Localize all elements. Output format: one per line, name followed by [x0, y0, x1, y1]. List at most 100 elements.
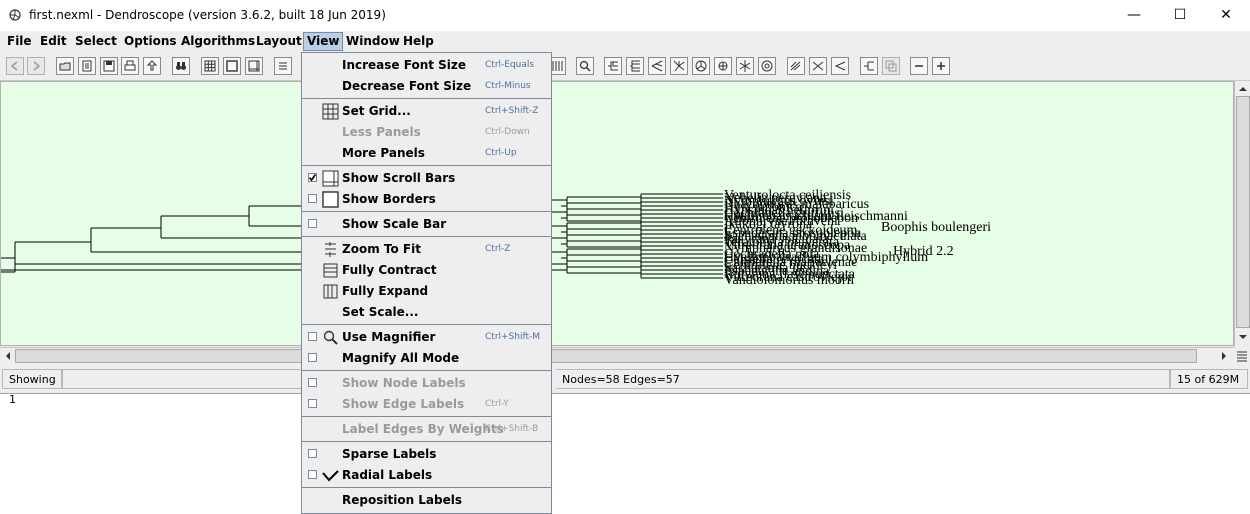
view-menu-dropdown: Increase Font Size Ctrl-Equals Decrease Fo… [301, 52, 552, 514]
expand-icon [552, 61, 563, 71]
vertical-scroll-thumb[interactable] [1236, 96, 1250, 328]
inner-circular-button[interactable] [758, 57, 776, 75]
save-button[interactable] [100, 57, 118, 75]
window-title: first.nexml - Dendroscope (version 3.6.2… [29, 8, 386, 22]
view-menu-item-label: Show Borders [342, 192, 436, 206]
view-menu-item[interactable]: Radial Labels [302, 465, 551, 486]
export-button[interactable] [143, 57, 161, 75]
view-menu-item[interactable]: Set Grid... Ctrl+Shift-Z [302, 101, 551, 122]
view-menu-item[interactable]: Show Scale Bar [302, 214, 551, 235]
maximize-button[interactable]: ☐ [1157, 0, 1203, 31]
checkbox-icon[interactable] [308, 219, 317, 228]
view-menu-item[interactable]: Set Scale... [302, 302, 551, 323]
view-menu-item[interactable]: Increase Font Size Ctrl-Equals [302, 55, 551, 76]
view-menu-item[interactable]: Fully Expand [302, 281, 551, 302]
menu-algorithms[interactable]: Algorithms [178, 33, 258, 50]
slanted-icon [651, 60, 663, 72]
tree-format-button[interactable] [274, 57, 292, 75]
view-menu-item[interactable]: Decrease Font Size Ctrl-Minus [302, 76, 551, 97]
view-menu-item[interactable]: More Panels Ctrl-Up [302, 143, 551, 164]
grid-button[interactable] [201, 57, 219, 75]
view-menu-item-label: Show Scale Bar [342, 217, 447, 231]
menu-edit[interactable]: Edit [37, 33, 70, 50]
list-icon [279, 62, 287, 70]
menu-select[interactable]: Select [72, 33, 120, 50]
find-button[interactable] [172, 57, 190, 75]
radial-cladogram-button[interactable] [736, 57, 754, 75]
open-button[interactable] [56, 57, 74, 75]
checkbox-icon[interactable] [308, 332, 317, 341]
zoom-in-button[interactable] [932, 57, 950, 75]
phylogram-icon [608, 61, 618, 71]
view-menu-item[interactable]: Show Borders [302, 189, 551, 210]
view-menu-item[interactable]: Show Scroll Bars [302, 168, 551, 189]
back-button[interactable] [6, 57, 24, 75]
minus-icon [915, 65, 923, 67]
view-menu-item[interactable]: Fully Contract [302, 260, 551, 281]
menu-separator [302, 324, 551, 325]
view-menu-item: Show Node Labels [302, 373, 551, 394]
borders-button[interactable] [223, 57, 241, 75]
scroll-right-icon[interactable] [1218, 349, 1230, 363]
minimize-button[interactable]: — [1111, 0, 1157, 31]
scrollbars-button[interactable] [245, 57, 263, 75]
rotate-left-button[interactable] [787, 57, 805, 75]
checkbox-icon[interactable] [308, 353, 317, 362]
checkbox-icon[interactable] [308, 399, 317, 408]
menu-separator [302, 416, 551, 417]
horizontal-scrollbar[interactable] [0, 347, 1234, 364]
menu-options[interactable]: Options [121, 33, 180, 50]
folder-icon [59, 62, 71, 71]
rectangular-phylogram-button[interactable] [604, 57, 622, 75]
view-menu-item-label: Radial Labels [342, 468, 433, 482]
magnifier-button[interactable] [576, 57, 594, 75]
view-menu-item[interactable]: Magnify All Mode [302, 348, 551, 369]
copy-button[interactable] [882, 57, 900, 75]
checkbox-icon[interactable] [308, 449, 317, 458]
view-menu-item[interactable]: Use Magnifier Ctrl+Shift-M [302, 327, 551, 348]
checkbox-icon[interactable] [308, 470, 317, 479]
forward-button[interactable] [27, 57, 45, 75]
circular-phylogram-button[interactable] [692, 57, 710, 75]
vertical-scrollbar[interactable] [1234, 81, 1250, 347]
menu-view[interactable]: View [303, 32, 344, 51]
toolbar [0, 53, 1250, 81]
rotate-right-button[interactable] [831, 57, 849, 75]
panel-menu-icon[interactable] [1235, 349, 1249, 363]
leaf-label[interactable]: Vandiolomorius moorii [724, 274, 854, 288]
menu-window[interactable]: Window [343, 33, 403, 50]
checkbox-icon[interactable] [308, 194, 317, 203]
tree-canvas[interactable]: Venturolocta ceiliensis Nebelia peruviana… [0, 81, 1234, 346]
view-menu-item[interactable]: Reposition Labels [302, 490, 551, 511]
scroll-up-icon[interactable] [1236, 83, 1250, 95]
checkbox-icon[interactable] [308, 378, 317, 387]
leaf-label[interactable]: Boophis boulengeri [881, 221, 991, 235]
horizontal-scroll-thumb[interactable] [15, 349, 1197, 363]
checkbox-checked-icon[interactable] [308, 173, 317, 182]
scroll-left-icon[interactable] [2, 349, 14, 363]
radial-phylogram-button[interactable] [670, 57, 688, 75]
print-button[interactable] [121, 57, 139, 75]
reroot-button[interactable] [860, 57, 878, 75]
flip-button[interactable] [809, 57, 827, 75]
menu-layout[interactable]: Layout [253, 33, 305, 50]
view-menu-item[interactable]: Sparse Labels [302, 444, 551, 465]
scroll-down-icon[interactable] [1236, 331, 1250, 343]
close-button[interactable]: ✕ [1203, 0, 1249, 31]
rectangular-cladogram-button[interactable] [626, 57, 644, 75]
menu-file[interactable]: File [4, 33, 35, 50]
circular-cladogram-button[interactable] [714, 57, 732, 75]
slanted-cladogram-button[interactable] [648, 57, 666, 75]
zoom-out-button[interactable] [910, 57, 928, 75]
view-menu-item-shortcut: Ctrl+Shift-B [485, 424, 539, 434]
print-icon [124, 60, 136, 71]
phylogenetic-tree[interactable] [1, 82, 1233, 345]
reroot-icon [864, 61, 874, 71]
status-empty [62, 369, 302, 389]
grid-icon [204, 60, 216, 72]
menu-help[interactable]: Help [400, 33, 437, 50]
radial-tree-icon [673, 60, 685, 72]
new-button[interactable] [78, 57, 96, 75]
menu-separator [302, 165, 551, 166]
view-menu-item[interactable]: Zoom To Fit Ctrl-Z [302, 239, 551, 260]
